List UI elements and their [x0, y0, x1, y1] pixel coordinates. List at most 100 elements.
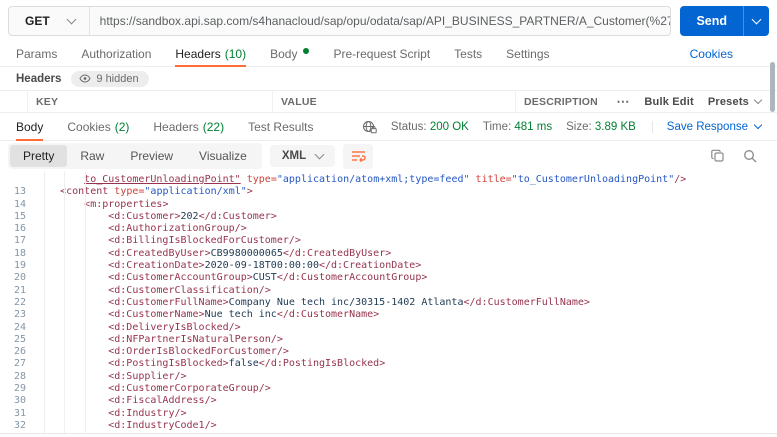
headers-title: Headers	[16, 72, 62, 85]
code-line: 29 <d:CustomerCorporateGroup/>	[0, 383, 777, 395]
code-line: 24 <d:DeliveryIsBlocked/>	[0, 322, 777, 334]
send-options-button[interactable]	[743, 6, 769, 36]
tab-label: Pre-request Script	[333, 46, 431, 61]
response-tab-test-results[interactable]: Test Results	[248, 113, 313, 140]
tab-label: Headers	[175, 46, 221, 61]
cookies-link[interactable]: Cookies	[690, 47, 733, 61]
tab-label: Params	[16, 46, 58, 61]
search-icon	[744, 150, 757, 163]
tab-label: Authorization	[81, 46, 152, 61]
view-mode-switch: Pretty Raw Preview Visualize	[8, 143, 262, 169]
line-number: 15	[13, 210, 26, 222]
code-text: <m:properties>	[84, 198, 169, 210]
save-response-button[interactable]: Save Response	[651, 120, 763, 133]
line-number: 30	[13, 395, 26, 407]
indent-guide	[64, 171, 65, 433]
search-button[interactable]	[743, 149, 757, 163]
tab-label: Settings	[506, 46, 550, 61]
code-text: <d:DeliveryIsBlocked/>	[108, 321, 241, 333]
hidden-headers-toggle[interactable]: 9 hidden	[71, 70, 149, 87]
code-text: to_CustomerUnloadingPoint" type="applica…	[84, 174, 687, 185]
tab-headers[interactable]: Headers (10)	[175, 41, 247, 67]
code-text: <d:AuthorizationGroup/>	[108, 223, 247, 235]
column-description: DESCRIPTION	[524, 95, 598, 108]
tab-settings[interactable]: Settings	[506, 41, 549, 66]
code-line: 16 <d:AuthorizationGroup/>	[0, 223, 777, 235]
line-number: 25	[13, 333, 26, 345]
code-line: 23 <d:CustomerName>Nue tech inc</d:Custo…	[0, 309, 777, 321]
response-tab-body[interactable]: Body	[16, 113, 44, 141]
view-pretty[interactable]: Pretty	[10, 145, 68, 167]
response-tabs: Body Cookies (2) Headers (22) Test Results	[16, 113, 337, 141]
line-number: 28	[13, 370, 26, 382]
language-label: XML	[281, 150, 307, 162]
language-dropdown[interactable]: XML	[269, 145, 336, 167]
chevron-down-icon	[314, 149, 325, 160]
response-header: Body Cookies (2) Headers (22) Test Results St…	[0, 113, 777, 141]
tab-pre-request-script[interactable]: Pre-request Script	[333, 41, 430, 66]
url-box: GET https://sandbox.api.sap.com/s4hanacl…	[8, 6, 672, 36]
response-tab-cookies[interactable]: Cookies (2)	[67, 113, 129, 140]
line-number: 27	[13, 358, 26, 370]
tab-params[interactable]: Params	[16, 41, 57, 66]
code-text: <d:Industry/>	[108, 407, 187, 419]
line-number: 19	[13, 260, 26, 272]
line-number: 22	[13, 296, 26, 308]
code-line: to_CustomerUnloadingPoint" type="applica…	[0, 174, 777, 186]
tab-count: (2)	[114, 119, 130, 134]
hidden-headers-label: 9 hidden	[96, 72, 139, 85]
column-value: VALUE	[273, 91, 516, 112]
method-selector[interactable]: GET	[9, 7, 90, 35]
view-visualize[interactable]: Visualize	[186, 145, 260, 167]
code-text: <d:IndustryCode1/>	[108, 419, 217, 431]
code-text: <content type="application/xml">	[60, 186, 253, 198]
view-preview[interactable]: Preview	[117, 145, 186, 167]
line-number	[0, 174, 26, 186]
presets-label: Presets	[707, 95, 749, 108]
code-text: <d:FiscalAddress/>	[108, 395, 217, 407]
code-text: <d:CustomerClassification/>	[108, 284, 271, 296]
line-number: 24	[13, 321, 26, 333]
line-number: 21	[13, 284, 26, 296]
vertical-scrollbar[interactable]	[770, 62, 775, 112]
line-number: 26	[13, 346, 26, 358]
wrap-lines-icon	[351, 151, 366, 162]
time-badge: Time: 481 ms	[482, 120, 553, 133]
line-number: 20	[13, 272, 26, 284]
code-line: 32 <d:IndustryCode1/>	[0, 420, 777, 432]
wrap-lines-button[interactable]	[343, 143, 374, 169]
chevron-down-icon	[753, 120, 763, 130]
tab-count: (10)	[224, 46, 247, 61]
response-actions	[711, 149, 767, 163]
code-text: <d:CreatedByUser>CB9980000065</d:Created…	[108, 247, 392, 259]
bulk-edit-button[interactable]: Bulk Edit	[644, 96, 693, 108]
code-text: <d:BillingIsBlockedForCustomer/>	[108, 235, 301, 247]
code-text: <d:PostingIsBlocked>false</d:PostingIsBl…	[108, 358, 386, 370]
indent-guide	[85, 171, 86, 433]
code-line: 17 <d:BillingIsBlockedForCustomer/>	[0, 235, 777, 247]
tab-authorization[interactable]: Authorization	[81, 41, 151, 66]
headers-subsection: Headers 9 hidden	[0, 67, 777, 90]
code-line: 22 <d:CustomerFullName>Company Nue tech …	[0, 297, 777, 309]
send-button[interactable]: Send	[680, 6, 743, 36]
response-body-code[interactable]: to_CustomerUnloadingPoint" type="applica…	[0, 171, 777, 434]
tab-body[interactable]: Body	[270, 41, 310, 66]
code-text: <d:CustomerName>Nue tech inc</d:Customer…	[108, 309, 380, 321]
url-input[interactable]: https://sandbox.api.sap.com/s4hanacloud/…	[90, 7, 671, 35]
row-select-column[interactable]	[0, 91, 28, 112]
send-button-group: Send	[680, 6, 769, 36]
presets-dropdown[interactable]: Presets	[707, 95, 763, 108]
view-raw[interactable]: Raw	[67, 145, 117, 167]
more-options-icon[interactable]: ⋯	[616, 95, 630, 108]
table-tools: ⋯ Bulk Edit Presets	[616, 95, 777, 108]
code-text: <d:CustomerFullName>Company Nue tech inc…	[108, 296, 590, 308]
tab-tests[interactable]: Tests	[454, 41, 482, 66]
code-line: 13 <content type="application/xml">	[0, 186, 777, 198]
chevron-down-icon	[753, 95, 763, 105]
status-badge: Status: 200 OK	[390, 120, 469, 133]
eye-icon	[79, 74, 91, 83]
response-tab-headers[interactable]: Headers (22)	[153, 113, 224, 140]
save-response-label: Save Response	[666, 120, 748, 133]
copy-button[interactable]	[711, 149, 725, 163]
response-meta: Status: 200 OK Time: 481 ms Size: 3.89 K…	[362, 120, 763, 134]
